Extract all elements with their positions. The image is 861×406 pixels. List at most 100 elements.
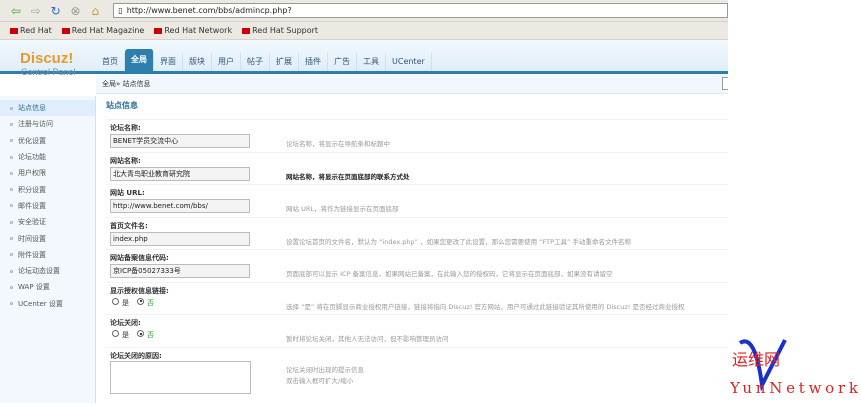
sidebar-item[interactable]: UCenter 设置 — [0, 296, 95, 312]
sidebar-item[interactable]: 论坛动态设置 — [0, 263, 95, 279]
field-tip: 论坛关闭时出现的提示信息 — [286, 365, 364, 374]
field-tip: 页面底部可以显示 ICP 备案信息，如果网站已备案，在此输入您的授权码，它将显示… — [286, 270, 613, 278]
logo-subtitle: Control Panel — [21, 67, 76, 77]
home-icon[interactable]: ⌂ — [87, 4, 103, 18]
radio-no[interactable]: 否 — [137, 297, 154, 308]
bookmark[interactable]: Red Hat Magazine — [61, 26, 144, 35]
form-row: 网站备案信息代码: 京ICP备05027333号 页面底部可以显示 ICP 备案信息… — [106, 250, 728, 283]
form-row: 论坛名称: BENET学员交流中心 论坛名称，将显示在导航条和标题中 — [106, 120, 728, 153]
nav-tab[interactable]: UCenter — [386, 53, 432, 71]
redhat-icon — [242, 27, 251, 34]
field-tip: 网站名称，将显示在页面底部的联系方式处 — [286, 172, 410, 181]
nav-tab[interactable]: 广告 — [328, 53, 357, 71]
bullet-icon — [10, 204, 13, 208]
field-label: 论坛关闭的原因: — [110, 351, 162, 360]
field-tip: 设置论坛首页的文件名，默认为 “index.php” ，如果您更改了此设置，那么… — [286, 237, 631, 246]
sidebar-item-label: 时间设置 — [18, 234, 46, 243]
field-label: 网站备案信息代码: — [110, 254, 169, 262]
stop-icon[interactable]: ⊗ — [68, 4, 84, 18]
sidebar-item[interactable]: 时间设置 — [0, 230, 95, 246]
redhat-icon — [10, 27, 18, 34]
field-tip: 选择 “是” 将在页脚显示商业授权用户链接，链接将指向 Discuz! 官方网站… — [286, 302, 685, 311]
sidebar-item-label: 论坛动态设置 — [18, 267, 60, 276]
url-bar[interactable]: ▯ http://www.benet.com/bbs/admincp.php? — [113, 3, 728, 18]
bullet-icon — [10, 269, 13, 273]
bullet-icon — [10, 253, 13, 257]
sidebar: 站点信息注册与访问优化设置论坛功能用户权限积分设置邮件设置安全验证时间设置附件设… — [0, 96, 96, 403]
nav-tab[interactable]: 全局 — [125, 49, 154, 71]
sidebar-item-label: UCenter 设置 — [18, 299, 63, 308]
text-input[interactable]: 京ICP备05027333号 — [110, 264, 250, 278]
bookmark[interactable]: Red Hat Network — [154, 26, 232, 35]
logo[interactable]: Discuz! — [20, 50, 73, 67]
field-label: 网站 URL: — [110, 189, 145, 197]
sidebar-item-label: 论坛功能 — [18, 153, 46, 162]
text-input[interactable]: http://www.benet.com/bbs/ — [110, 199, 250, 213]
url-text: http://www.benet.com/bbs/admincp.php? — [126, 6, 292, 15]
radio-yes[interactable]: 是 — [112, 297, 129, 308]
bullet-icon — [10, 139, 13, 143]
field-label: 论坛关闭: — [110, 319, 141, 327]
text-input[interactable]: 北大青鸟职业教育研究院 — [110, 166, 250, 181]
browser-toolbar: ⇦ ⇨ ↻ ⊗ ⌂ ▯ http://www.benet.com/bbs/admi… — [0, 0, 728, 22]
search-input[interactable] — [722, 77, 728, 90]
field-tip: 暂时将论坛关闭，其他人无法访问，但不影响管理员访问 — [286, 335, 449, 343]
close-reason-textarea[interactable] — [110, 360, 251, 394]
radio-yes[interactable]: 是 — [112, 330, 129, 340]
text-input[interactable]: BENET学员交流中心 — [110, 134, 250, 148]
sidebar-item[interactable]: 积分设置 — [0, 181, 95, 197]
nav-tab[interactable]: 版块 — [183, 53, 212, 71]
sidebar-item[interactable]: 站点信息 — [0, 100, 95, 117]
form-row: 网站名称: 北大青鸟职业教育研究院 网站名称，将显示在页面底部的联系方式处 — [106, 153, 728, 185]
bookmark-label: Red Hat Network — [164, 26, 233, 35]
nav-tab[interactable]: 扩展 — [270, 53, 299, 71]
page-icon: ▯ — [118, 6, 123, 15]
sidebar-item-label: 注册与访问 — [18, 120, 53, 129]
sidebar-item[interactable]: WAP 设置 — [0, 279, 95, 295]
field-label: 首页文件名: — [110, 221, 148, 230]
close-reason-row: 论坛关闭的原因: 论坛关闭时出现的提示信息 双击输入框可扩大/缩小 — [106, 348, 728, 396]
radio-label: 是 — [122, 298, 129, 307]
radio-row: 显示授权信息链接: 是 否 选择 “是” 将在页脚显示商业授权用户链接，链接将指向 D… — [106, 283, 728, 315]
sidebar-item-label: 安全验证 — [18, 218, 46, 227]
sidebar-item[interactable]: 附件设置 — [0, 247, 95, 263]
bookmark[interactable]: Red Hat — [10, 26, 52, 35]
sidebar-item[interactable]: 优化设置 — [0, 133, 95, 149]
bullet-icon — [10, 237, 13, 241]
nav-tab[interactable]: 插件 — [299, 53, 328, 71]
bookmark[interactable]: Red Hat Support — [242, 26, 318, 35]
nav-tab[interactable]: 界面 — [154, 53, 183, 71]
bookmark-label: Red Hat Support — [252, 26, 319, 35]
field-tip: 论坛名称，将显示在导航条和标题中 — [286, 140, 390, 148]
radio-no[interactable]: 否 — [137, 330, 154, 340]
nav-tab[interactable]: 帖子 — [241, 53, 270, 71]
back-icon[interactable]: ⇦ — [8, 4, 24, 18]
sidebar-item[interactable]: 邮件设置 — [0, 198, 95, 214]
sidebar-item[interactable]: 论坛功能 — [0, 149, 95, 165]
nav-tab[interactable]: 工具 — [357, 53, 386, 71]
radio-row: 论坛关闭: 是 否暂时将论坛关闭，其他人无法访问，但不影响管理员访问 — [106, 315, 728, 348]
text-input[interactable]: index.php — [110, 231, 250, 246]
nav-tab[interactable]: 用户 — [212, 53, 241, 71]
bullet-icon — [10, 155, 13, 159]
radio-label: 否 — [147, 331, 154, 339]
breadcrumb-bar: 全局» 站点信息 — [96, 74, 728, 94]
forward-icon[interactable]: ⇨ — [28, 4, 44, 18]
form-row: 网站 URL: http://www.benet.com/bbs/网站 URL，将… — [106, 185, 728, 218]
breadcrumb: 全局» 站点信息 — [102, 79, 151, 88]
bullet-icon — [10, 285, 13, 289]
nav-tab[interactable]: 首页 — [96, 53, 125, 71]
main-content: 站点信息 论坛名称: BENET学员交流中心 论坛名称，将显示在导航条和标题中 网站名… — [96, 96, 728, 396]
radio-label: 否 — [147, 298, 154, 307]
watermark-en: YunNetwork — [730, 379, 859, 397]
sidebar-item[interactable]: 安全验证 — [0, 214, 95, 230]
sidebar-item[interactable]: 注册与访问 — [0, 116, 95, 132]
bookmarks-bar: Red Hat Red Hat Magazine Red Hat Network… — [0, 22, 728, 40]
sidebar-item-label: 积分设置 — [18, 185, 46, 194]
field-tip: 双击输入框可扩大/缩小 — [286, 376, 354, 385]
watermark-logo: 运维网 YunNetwork — [730, 339, 859, 397]
redhat-icon — [154, 27, 163, 34]
sidebar-item-label: 附件设置 — [18, 250, 46, 259]
sidebar-item[interactable]: 用户权限 — [0, 165, 95, 181]
reload-icon[interactable]: ↻ — [48, 4, 64, 18]
